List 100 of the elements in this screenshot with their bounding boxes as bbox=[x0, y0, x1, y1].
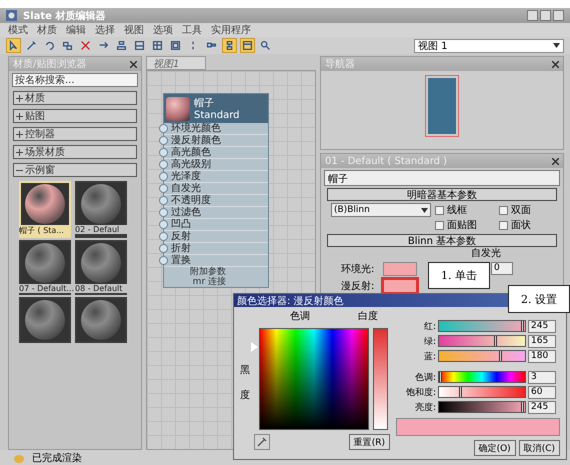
panel-title: 材质/贴图浏览器 bbox=[13, 58, 86, 71]
color-slider[interactable] bbox=[438, 335, 526, 347]
eyedropper-icon bbox=[257, 437, 267, 447]
group-header[interactable]: 材质 bbox=[13, 91, 137, 105]
undo-icon bbox=[43, 39, 56, 52]
blackness-label: 黑度 bbox=[240, 364, 250, 403]
sample-slot[interactable]: 08 - Default bbox=[75, 240, 127, 295]
color-label: 漫反射: bbox=[341, 280, 376, 292]
sample-slot[interactable]: 02 - Defaul bbox=[75, 181, 127, 238]
slot-label: 过滤色 bbox=[171, 207, 201, 218]
value-field[interactable]: 3 bbox=[528, 370, 556, 384]
close-button[interactable] bbox=[553, 10, 564, 21]
color-slider[interactable] bbox=[438, 320, 526, 332]
node-title: 帽子 bbox=[194, 97, 215, 110]
navigator-preview bbox=[428, 78, 456, 134]
callout: 2. 设置 bbox=[508, 285, 570, 313]
value-field[interactable]: 165 bbox=[528, 334, 556, 348]
group-label: 自发光 bbox=[471, 249, 501, 259]
shader-dropdown[interactable]: (B)Blinn bbox=[331, 203, 431, 217]
panel-title: 01 - Default ( Standard ) bbox=[325, 156, 448, 166]
slot-label: 折射 bbox=[171, 243, 191, 254]
whiteness-bar[interactable] bbox=[373, 328, 388, 430]
cancel-button[interactable]: 取消(C) bbox=[518, 440, 560, 456]
slot-label: 凹凸 bbox=[171, 219, 191, 230]
rollout-header[interactable]: 明暗器基本参数 bbox=[327, 188, 557, 201]
reset-button[interactable]: 重置(R) bbox=[348, 434, 390, 450]
close-icon[interactable] bbox=[552, 60, 559, 68]
panel-title: 导航器 bbox=[325, 58, 355, 71]
node-footer: 附加参数 bbox=[164, 267, 268, 277]
channel-label: 蓝: bbox=[422, 350, 436, 362]
menu-item[interactable]: 模式 bbox=[8, 23, 28, 37]
checkbox[interactable]: 面状 bbox=[499, 218, 549, 232]
checkbox[interactable]: 双面 bbox=[499, 203, 549, 217]
channel-label: 绿: bbox=[422, 336, 436, 348]
color-slider[interactable] bbox=[438, 371, 526, 383]
close-icon[interactable] bbox=[130, 60, 137, 68]
view-tab[interactable]: 视图1 bbox=[146, 56, 206, 70]
window-title: Slate 材质编辑器 bbox=[23, 10, 106, 22]
toolbar-button[interactable] bbox=[6, 38, 21, 53]
sample-label: 07 - Default... bbox=[19, 284, 71, 293]
group-header[interactable]: 场景材质 bbox=[13, 145, 137, 159]
slot-label: 自发光 bbox=[171, 183, 201, 194]
plus-icon bbox=[16, 94, 23, 102]
toolbar-button[interactable] bbox=[150, 38, 165, 53]
menu-item[interactable]: 材质 bbox=[37, 23, 57, 37]
value-field[interactable]: 60 bbox=[528, 386, 556, 398]
whiteness-label: 白度 bbox=[358, 310, 378, 323]
app-icon bbox=[6, 10, 17, 21]
color-swatch[interactable] bbox=[383, 262, 417, 276]
checkbox[interactable]: 面贴图 bbox=[435, 218, 495, 232]
maximize-button[interactable] bbox=[540, 10, 551, 21]
hue-field[interactable] bbox=[259, 328, 369, 430]
group-header[interactable]: 贴图 bbox=[13, 109, 137, 123]
checkbox[interactable]: 线框 bbox=[435, 203, 495, 217]
channel-label: 红: bbox=[422, 320, 436, 332]
plus-icon bbox=[16, 148, 23, 156]
close-icon[interactable] bbox=[552, 158, 559, 164]
sample-label: 08 - Default bbox=[75, 284, 127, 293]
channel-label: 色调: bbox=[414, 372, 436, 384]
toolbar-button[interactable] bbox=[240, 38, 255, 53]
channel-label: 亮度: bbox=[414, 402, 436, 414]
sample-slot[interactable] bbox=[19, 297, 71, 343]
color-label: 环境光: bbox=[341, 262, 376, 276]
search-field[interactable]: 按名称搜索... bbox=[12, 73, 138, 87]
caret-icon bbox=[553, 43, 560, 48]
sample-slot[interactable]: 帽子 ( Sta... bbox=[19, 181, 71, 238]
number-field[interactable]: 0 bbox=[491, 262, 513, 275]
navigator-frame[interactable] bbox=[425, 75, 459, 137]
rollout-header[interactable]: Blinn 基本参数 bbox=[327, 234, 557, 247]
ok-button[interactable]: 确定(O) bbox=[474, 440, 516, 456]
caret-icon bbox=[421, 208, 428, 212]
menu-item[interactable]: 实用程序 bbox=[211, 23, 251, 37]
slot-label: 置换 bbox=[171, 255, 191, 266]
view-dropdown[interactable]: 视图 1 bbox=[414, 38, 564, 52]
color-slider[interactable] bbox=[438, 350, 526, 362]
color-slider[interactable] bbox=[438, 401, 526, 413]
value-field[interactable]: 180 bbox=[528, 350, 556, 362]
sample-slot[interactable]: 07 - Default... bbox=[19, 240, 71, 295]
menu-item[interactable]: 视图 bbox=[124, 23, 144, 37]
menu-item[interactable]: 工具 bbox=[182, 23, 202, 37]
value-field[interactable]: 245 bbox=[528, 400, 556, 414]
menu-item[interactable]: 选项 bbox=[153, 23, 173, 37]
minimize-button[interactable] bbox=[527, 10, 538, 21]
menu-item[interactable]: 选择 bbox=[95, 23, 115, 37]
sample-slot[interactable] bbox=[75, 297, 127, 343]
menu-item[interactable]: 编辑 bbox=[66, 23, 86, 37]
value-field[interactable]: 245 bbox=[528, 320, 556, 332]
group-header[interactable]: 示例窗 bbox=[13, 163, 137, 177]
zoom-icon bbox=[259, 39, 272, 52]
color-swatch[interactable] bbox=[383, 278, 417, 292]
group-header[interactable]: 控制器 bbox=[13, 127, 137, 141]
pointer-icon bbox=[7, 39, 20, 52]
slot-label: 高光颜色 bbox=[171, 147, 211, 158]
node-type: Standard bbox=[194, 110, 240, 121]
window-icon bbox=[241, 39, 254, 52]
color-slider[interactable] bbox=[438, 386, 526, 398]
delete-icon bbox=[79, 39, 92, 52]
eyedropper-button[interactable] bbox=[254, 434, 270, 450]
name-field[interactable]: 帽子 bbox=[324, 170, 560, 186]
status-text: 已完成渲染 bbox=[32, 452, 82, 464]
